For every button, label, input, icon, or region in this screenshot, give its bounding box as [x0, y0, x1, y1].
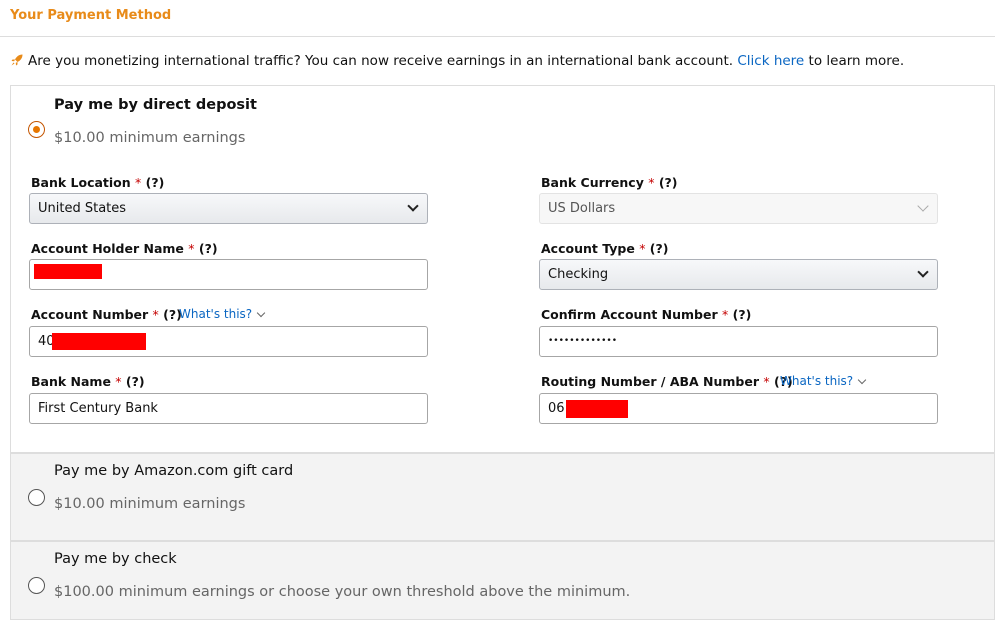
international-notice: Are you monetizing international traffic…	[10, 53, 904, 69]
check-title: Pay me by check	[54, 551, 177, 567]
account-number-label: Account Number * (?)	[31, 307, 182, 322]
account-holder-help[interactable]: (?)	[199, 241, 218, 256]
redaction-block	[566, 400, 628, 418]
chevron-down-icon	[917, 200, 929, 212]
routing-number-input[interactable]: 06	[539, 393, 938, 424]
account-type-label: Account Type * (?)	[541, 241, 669, 256]
bank-location-help[interactable]: (?)	[146, 175, 165, 190]
direct-deposit-radio[interactable]	[28, 121, 45, 138]
gift-card-title: Pay me by Amazon.com gift card	[54, 463, 294, 479]
bank-currency-help[interactable]: (?)	[659, 175, 678, 190]
routing-number-whats-this[interactable]: What's this?	[780, 374, 867, 388]
check-minimum: $100.00 minimum earnings or choose your …	[54, 584, 631, 600]
check-panel: Pay me by check $100.00 minimum earnings…	[10, 541, 995, 620]
chevron-down-icon	[407, 200, 419, 212]
account-holder-label: Account Holder Name * (?)	[31, 241, 218, 256]
chevron-down-icon	[857, 375, 867, 385]
chevron-down-icon	[917, 266, 929, 278]
gift-card-radio[interactable]	[28, 489, 45, 506]
bank-name-label: Bank Name * (?)	[31, 374, 145, 389]
account-holder-input[interactable]	[29, 259, 428, 290]
bank-name-help[interactable]: (?)	[126, 374, 145, 389]
confirm-account-help[interactable]: (?)	[733, 307, 752, 322]
bank-name-input[interactable]: First Century Bank	[29, 393, 428, 424]
confirm-account-input[interactable]: •••••••••••••	[539, 326, 938, 357]
notice-text-end: to learn more.	[804, 53, 905, 69]
bank-location-select[interactable]: United States	[29, 193, 428, 224]
check-radio[interactable]	[28, 577, 45, 594]
account-number-whats-this[interactable]: What's this?	[179, 307, 266, 321]
rocket-icon	[11, 54, 23, 66]
confirm-account-label: Confirm Account Number * (?)	[541, 307, 752, 322]
section-title: Your Payment Method	[10, 8, 172, 23]
redaction-block	[34, 264, 102, 279]
bank-location-label: Bank Location * (?)	[31, 175, 165, 190]
account-type-select[interactable]: Checking	[539, 259, 938, 290]
gift-card-minimum: $10.00 minimum earnings	[54, 496, 246, 512]
direct-deposit-panel: Pay me by direct deposit $10.00 minimum …	[10, 85, 995, 453]
bank-currency-select: US Dollars	[539, 193, 938, 224]
direct-deposit-minimum: $10.00 minimum earnings	[54, 130, 246, 146]
chevron-down-icon	[256, 308, 266, 318]
notice-text: Are you monetizing international traffic…	[28, 53, 738, 69]
account-number-input[interactable]: 40	[29, 326, 428, 357]
redaction-block	[52, 333, 146, 350]
gift-card-panel: Pay me by Amazon.com gift card $10.00 mi…	[10, 453, 995, 541]
routing-number-label: Routing Number / ABA Number * (?)	[541, 374, 793, 389]
direct-deposit-title: Pay me by direct deposit	[54, 97, 257, 113]
learn-more-link[interactable]: Click here	[737, 53, 804, 69]
divider	[0, 36, 995, 37]
account-type-help[interactable]: (?)	[650, 241, 669, 256]
bank-currency-label: Bank Currency * (?)	[541, 175, 678, 190]
